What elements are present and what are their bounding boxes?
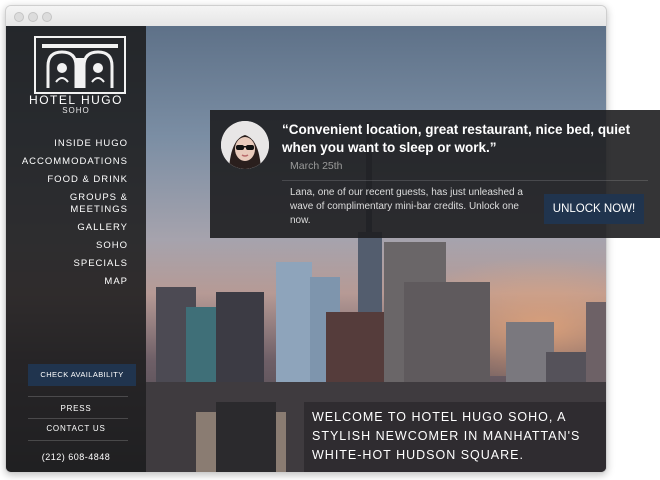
guest-portrait-icon xyxy=(221,121,269,169)
browser-window: HOTEL HUGO SOHO INSIDE HUGO ACCOMMODATIO… xyxy=(5,5,607,473)
review-date: March 25th xyxy=(290,160,343,172)
main-nav: INSIDE HUGO ACCOMMODATIONS FOOD & DRINK … xyxy=(22,138,128,294)
window-titlebar xyxy=(6,6,606,27)
page-viewport: HOTEL HUGO SOHO INSIDE HUGO ACCOMMODATIO… xyxy=(6,26,606,472)
unlock-now-button[interactable]: UNLOCK NOW! xyxy=(544,194,644,224)
guest-review-popup: “Convenient location, great restaurant, … xyxy=(210,110,660,238)
welcome-banner: WELCOME TO HOTEL HUGO SOHO, A STYLISH NE… xyxy=(304,402,606,472)
hotel-name: HOTEL HUGO xyxy=(29,93,123,107)
nav-item-soho[interactable]: SOHO xyxy=(22,240,128,252)
nav-item-inside-hugo[interactable]: INSIDE HUGO xyxy=(22,138,128,150)
press-link[interactable]: PRESS xyxy=(6,404,146,413)
welcome-text: WELCOME TO HOTEL HUGO SOHO, A STYLISH NE… xyxy=(312,410,581,462)
divider xyxy=(282,180,648,181)
divider xyxy=(28,418,128,419)
promo-description: Lana, one of our recent guests, has just… xyxy=(290,187,523,226)
nav-item-specials[interactable]: SPECIALS xyxy=(22,258,128,270)
sidebar: HOTEL HUGO SOHO INSIDE HUGO ACCOMMODATIO… xyxy=(6,26,146,472)
nav-item-accommodations[interactable]: ACCOMMODATIONS xyxy=(22,156,128,168)
divider xyxy=(28,396,128,397)
guest-avatar xyxy=(221,121,269,169)
maximize-window-dot[interactable] xyxy=(42,12,52,22)
close-window-dot[interactable] xyxy=(14,12,24,22)
hotel-logo[interactable] xyxy=(34,36,126,94)
logo-emblem-icon xyxy=(42,44,118,88)
review-quote: “Convenient location, great restaurant, … xyxy=(282,122,631,155)
contact-us-link[interactable]: CONTACT US xyxy=(6,424,146,433)
nav-item-groups-meetings[interactable]: GROUPS & MEETINGS xyxy=(48,192,128,216)
nav-item-gallery[interactable]: GALLERY xyxy=(22,222,128,234)
check-availability-button[interactable]: CHECK AVAILABILITY xyxy=(28,364,136,386)
divider xyxy=(28,440,128,441)
nav-item-map[interactable]: MAP xyxy=(22,276,128,288)
phone-number[interactable]: (212) 608-4848 xyxy=(6,452,146,462)
hotel-location: SOHO xyxy=(62,106,90,115)
foreground-building xyxy=(216,402,276,472)
minimize-window-dot[interactable] xyxy=(28,12,38,22)
nav-item-food-drink[interactable]: FOOD & DRINK xyxy=(22,174,128,186)
